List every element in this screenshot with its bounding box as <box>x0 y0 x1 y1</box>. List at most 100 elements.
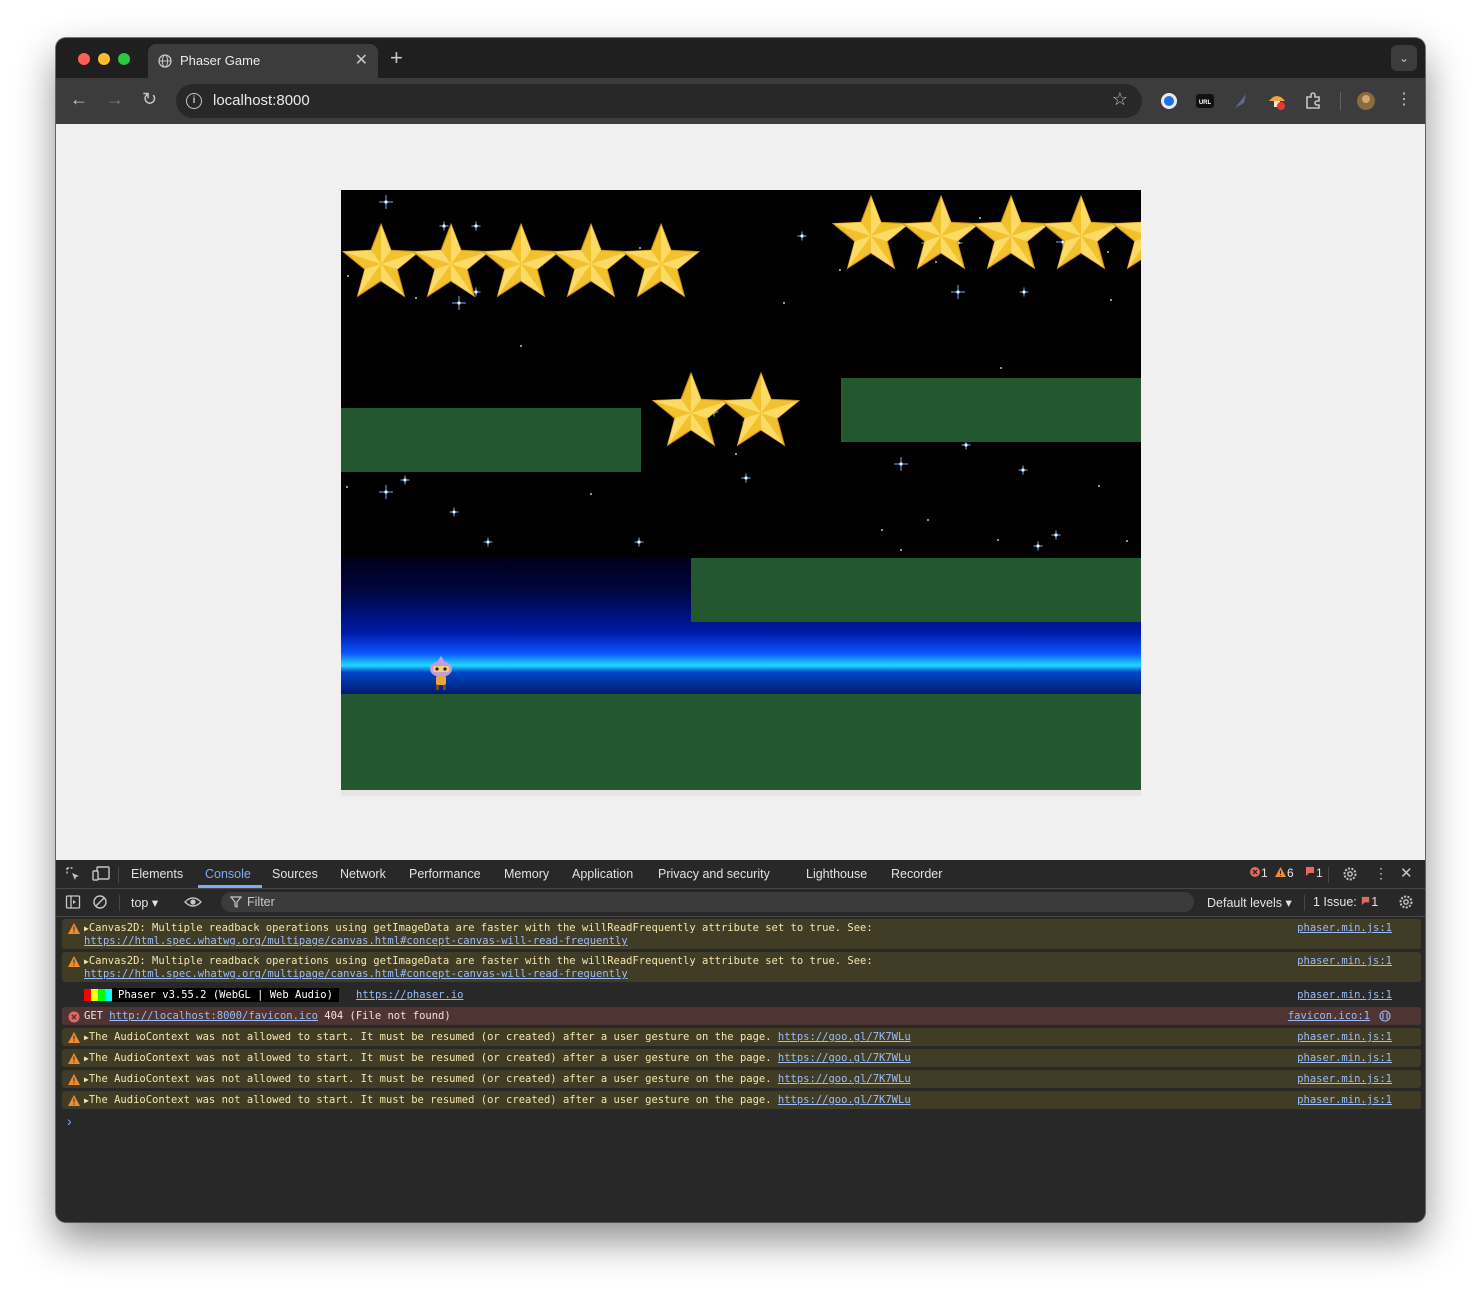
url-text[interactable]: localhost:8000 <box>213 92 310 109</box>
svg-text:URL: URL <box>1199 100 1212 106</box>
globe-icon <box>158 54 172 68</box>
warning-icon <box>68 923 80 934</box>
tab-console[interactable]: Console <box>205 867 251 881</box>
tab-application[interactable]: Application <box>572 867 633 881</box>
console-filter-input[interactable]: Filter <box>221 892 1194 912</box>
settings-gear-icon[interactable] <box>1342 866 1358 882</box>
console-warning-audio[interactable]: ▶The AudioContext was not allowed to sta… <box>62 1049 1421 1067</box>
message-text: ▶The AudioContext was not allowed to sta… <box>84 1052 911 1064</box>
feather-extension-icon[interactable] <box>1231 91 1251 111</box>
audio-help-link[interactable]: https://goo.gl/7K7WLu <box>778 1073 911 1085</box>
console-warning-audio[interactable]: ▶The AudioContext was not allowed to sta… <box>62 1070 1421 1088</box>
message-link[interactable]: https://html.spec.whatwg.org/multipage/c… <box>84 935 628 947</box>
console-prompt[interactable]: › <box>67 1113 72 1129</box>
profile-avatar[interactable] <box>1356 91 1376 111</box>
warning-count[interactable]: 6 <box>1274 866 1294 880</box>
source-link[interactable]: phaser.min.js:1 <box>1297 1073 1392 1085</box>
tab-lighthouse[interactable]: Lighthouse <box>806 867 867 881</box>
inspect-element-icon[interactable] <box>65 866 81 882</box>
clear-console-icon[interactable] <box>92 894 108 910</box>
tab-privacy-security[interactable]: Privacy and security <box>658 867 770 881</box>
gold-star <box>551 222 631 298</box>
console-error-favicon[interactable]: GET http://localhost:8000/favicon.ico 40… <box>62 1007 1421 1025</box>
network-request-icon[interactable] <box>1379 1010 1391 1022</box>
close-devtools-icon[interactable]: ✕ <box>1400 864 1413 882</box>
favicon-url-link[interactable]: http://localhost:8000/favicon.ico <box>109 1010 318 1022</box>
password-manager-extension-icon[interactable] <box>1159 91 1179 111</box>
context-selector[interactable]: top ▾ <box>131 895 158 910</box>
device-toolbar-icon[interactable] <box>92 866 110 882</box>
warning-icon <box>1275 867 1286 877</box>
gold-star <box>481 222 561 298</box>
url-extension-icon[interactable]: URL <box>1195 91 1215 111</box>
tab-elements[interactable]: Elements <box>131 867 183 881</box>
tab-close-icon[interactable]: ✕ <box>355 50 368 70</box>
page-viewport <box>56 124 1425 860</box>
more-menu-icon[interactable]: ⋮ <box>1396 89 1412 109</box>
audio-help-link[interactable]: https://goo.gl/7K7WLu <box>778 1031 911 1043</box>
browser-toolbar: ← → ↻ i localhost:8000 ☆ URL ⋮ <box>56 78 1425 124</box>
message-text: ▶The AudioContext was not allowed to sta… <box>84 1031 911 1043</box>
source-link[interactable]: favicon.ico:1 <box>1288 1010 1370 1022</box>
phaser-game-canvas[interactable] <box>341 190 1141 790</box>
forward-arrow-icon[interactable]: → <box>106 89 124 110</box>
message-text: ▶The AudioContext was not allowed to sta… <box>84 1094 911 1106</box>
tab-performance[interactable]: Performance <box>409 867 481 881</box>
divider <box>1328 867 1329 883</box>
source-link[interactable]: phaser.min.js:1 <box>1297 989 1392 1001</box>
console-log-phaser[interactable]: Phaser v3.55.2 (WebGL | Web Audio) https… <box>62 986 1421 1004</box>
gold-star <box>831 194 911 270</box>
phaser-banner: Phaser v3.55.2 (WebGL | Web Audio) <box>112 988 339 1002</box>
maximize-window-button[interactable] <box>118 53 130 65</box>
live-expression-eye-icon[interactable] <box>184 894 202 910</box>
error-count[interactable]: 1 <box>1249 866 1268 880</box>
console-warning-canvas[interactable]: ▶Canvas2D: Multiple readback operations … <box>62 919 1421 949</box>
issues-link[interactable]: 1 Issue: 1 <box>1313 895 1378 909</box>
message-link[interactable]: https://html.spec.whatwg.org/multipage/c… <box>84 968 628 980</box>
tab-sources[interactable]: Sources <box>272 867 318 881</box>
console-warning-canvas[interactable]: ▶Canvas2D: Multiple readback operations … <box>62 952 1421 982</box>
warning-icon <box>68 1032 80 1043</box>
source-link[interactable]: phaser.min.js:1 <box>1297 1031 1392 1043</box>
gold-star <box>971 194 1051 270</box>
issue-flag-icon <box>1362 896 1370 906</box>
source-link[interactable]: phaser.min.js:1 <box>1297 1094 1392 1106</box>
warning-icon <box>68 1053 80 1064</box>
console-warning-audio[interactable]: ▶The AudioContext was not allowed to sta… <box>62 1028 1421 1046</box>
puzzle-extensions-icon[interactable] <box>1304 91 1324 111</box>
source-link[interactable]: phaser.min.js:1 <box>1297 955 1392 967</box>
audio-help-link[interactable]: https://goo.gl/7K7WLu <box>778 1052 911 1064</box>
tab-phaser-game[interactable]: Phaser Game ✕ <box>148 44 378 78</box>
tab-network[interactable]: Network <box>340 867 386 881</box>
bookmark-star-icon[interactable]: ☆ <box>1112 89 1128 110</box>
sidebar-toggle-icon[interactable] <box>65 894 81 910</box>
site-info-icon[interactable]: i <box>186 93 202 109</box>
toolbar-divider <box>1340 92 1341 110</box>
tab-search-button[interactable]: ⌄ <box>1391 45 1417 71</box>
audio-help-link[interactable]: https://goo.gl/7K7WLu <box>778 1094 911 1106</box>
issue-count[interactable]: 1 <box>1304 866 1323 880</box>
console-messages: ▶Canvas2D: Multiple readback operations … <box>56 917 1425 1222</box>
new-tab-button[interactable]: + <box>390 45 403 71</box>
source-link[interactable]: phaser.min.js:1 <box>1297 922 1392 934</box>
minimize-window-button[interactable] <box>98 53 110 65</box>
console-filter-bar: top ▾ Filter Default levels ▾ 1 Issue: 1 <box>56 889 1425 917</box>
address-bar[interactable]: i localhost:8000 ☆ <box>176 84 1142 118</box>
console-warning-audio[interactable]: ▶The AudioContext was not allowed to sta… <box>62 1091 1421 1109</box>
log-levels-dropdown[interactable]: Default levels ▾ <box>1207 895 1292 910</box>
mushroom-extension-icon[interactable] <box>1267 91 1287 111</box>
source-link[interactable]: phaser.min.js:1 <box>1297 1052 1392 1064</box>
tab-recorder[interactable]: Recorder <box>891 867 942 881</box>
filter-funnel-icon <box>230 896 242 908</box>
divider <box>1304 895 1305 911</box>
tab-memory[interactable]: Memory <box>504 867 549 881</box>
devtools-more-icon[interactable]: ⋮ <box>1374 865 1388 882</box>
phaser-link[interactable]: https://phaser.io <box>356 989 463 1001</box>
reload-icon[interactable]: ↻ <box>142 89 157 110</box>
warning-icon <box>68 1074 80 1085</box>
console-settings-gear-icon[interactable] <box>1398 894 1414 910</box>
back-arrow-icon[interactable]: ← <box>70 89 88 110</box>
close-window-button[interactable] <box>78 53 90 65</box>
active-tab-indicator <box>198 885 262 888</box>
gold-star <box>621 222 701 298</box>
